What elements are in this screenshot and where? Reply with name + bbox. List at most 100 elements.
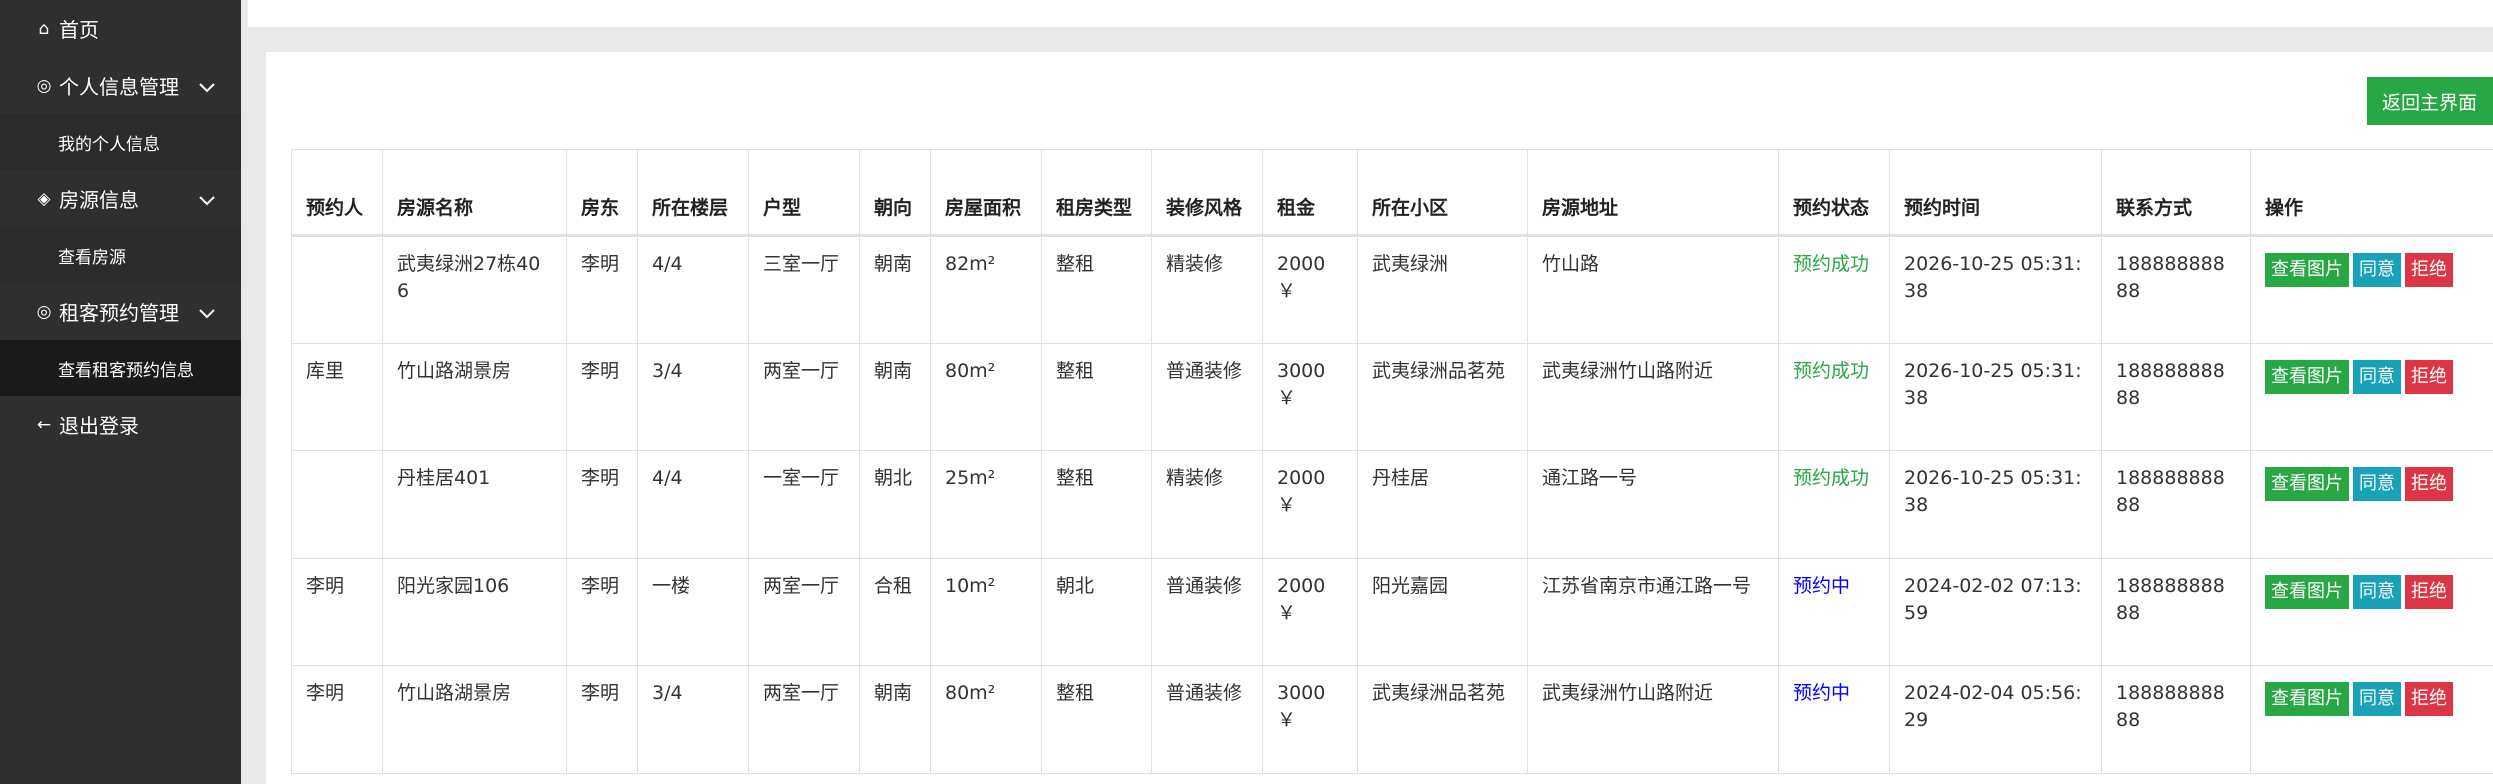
nav-logout-label: 退出登录 xyxy=(59,414,139,438)
return-main-button[interactable]: 返回主界面 xyxy=(2367,77,2493,125)
actions-cell: 查看图片 同意 拒绝 xyxy=(2250,665,2493,774)
table-row: 丹桂居401 李明 4/4 一室一厅 朝北 25m² 整租 精装修 2000￥ 丹桂居 通江路一号预… xyxy=(291,450,2493,559)
column-header: 装修风格 xyxy=(1151,149,1263,237)
arrow-left-icon: ← xyxy=(36,414,52,435)
landlord-cell: 李明 xyxy=(566,665,638,774)
table-header-row: 预约人 房源名称 房东 所在楼层 户型 朝向 房屋面积 租房类型 装修风格 租金 所在小区 房源地址预… xyxy=(291,149,2493,237)
reject-button[interactable]: 拒绝 xyxy=(2405,574,2453,609)
agree-button[interactable]: 同意 xyxy=(2353,682,2401,716)
rent-type-cell: 整租 xyxy=(1041,450,1152,559)
reject-button[interactable]: 拒绝 xyxy=(2405,359,2453,394)
status-cell: 预约中 xyxy=(1778,557,1890,666)
decoration-cell: 精装修 xyxy=(1151,450,1263,559)
floor-cell: 4/4 xyxy=(637,235,749,344)
reject-button[interactable]: 拒绝 xyxy=(2405,467,2453,501)
address-cell: 通江路一号 xyxy=(1527,450,1779,559)
rent-type-cell: 整租 xyxy=(1041,665,1152,774)
column-header: 预约人 xyxy=(291,149,383,237)
table-body: 武夷绿洲27栋406 李明 4/4 三室一厅 朝南 82m² 整租 精装修 2000￥ 武夷绿洲竹… xyxy=(291,235,2493,774)
rent-cell: 3000￥ xyxy=(1262,342,1358,451)
column-header: 房源名称 xyxy=(382,149,567,237)
nav-home-label: 首页 xyxy=(59,18,99,42)
community-cell: 武夷绿洲 xyxy=(1357,235,1528,344)
address-cell: 武夷绿洲竹山路附近 xyxy=(1527,665,1779,774)
nav-logout[interactable]: ← 退出登录 xyxy=(0,396,241,453)
community-cell: 丹桂居 xyxy=(1357,450,1528,559)
booking-time-cell: 2026-10-25 05:31:38 xyxy=(1889,235,2102,344)
chevron-down-icon xyxy=(199,74,215,98)
column-header: 户型 xyxy=(748,149,860,237)
landlord-cell: 李明 xyxy=(566,557,638,666)
phone-cell: 18888888888 xyxy=(2101,665,2251,774)
rent-type-cell: 朝北 xyxy=(1041,557,1152,666)
nav-view-housing[interactable]: 查看房源 xyxy=(0,227,241,283)
area-cell: 82m² xyxy=(930,235,1042,344)
column-header: 房东 xyxy=(566,149,638,237)
view-image-button[interactable]: 查看图片 xyxy=(2265,682,2349,716)
view-image-button[interactable]: 查看图片 xyxy=(2265,359,2349,394)
booking-time-cell: 2024-02-02 07:13:59 xyxy=(1889,557,2102,666)
nav-home[interactable]: ⌂ 首页 xyxy=(0,0,241,57)
column-header: 所在小区 xyxy=(1357,149,1528,237)
booker-cell: 库里 xyxy=(291,342,383,451)
nav-tenant-booking[interactable]: ◎ 租客预约管理 xyxy=(0,283,241,340)
phone-cell: 18888888888 xyxy=(2101,557,2251,666)
phone-cell: 18888888888 xyxy=(2101,450,2251,559)
view-image-button[interactable]: 查看图片 xyxy=(2265,574,2349,609)
rent-cell: 2000￥ xyxy=(1262,450,1358,559)
column-header: 房源地址 xyxy=(1527,149,1779,237)
column-header: 预约时间 xyxy=(1889,149,2102,237)
column-header: 房屋面积 xyxy=(930,149,1042,237)
column-header: 租金 xyxy=(1262,149,1358,237)
community-cell: 武夷绿洲品茗苑 xyxy=(1357,665,1528,774)
layers-icon: ◈ xyxy=(37,188,51,209)
layout-cell: 两室一厅 xyxy=(748,557,860,666)
community-cell: 武夷绿洲品茗苑 xyxy=(1357,342,1528,451)
nav-personal-info[interactable]: ◎ 个人信息管理 xyxy=(0,57,241,114)
booking-time-cell: 2026-10-25 05:31:38 xyxy=(1889,450,2102,559)
nav-view-tenant-booking[interactable]: 查看租客预约信息 xyxy=(0,340,241,396)
area-cell: 25m² xyxy=(930,450,1042,559)
booking-time-cell: 2024-02-04 05:56:29 xyxy=(1889,665,2102,774)
agree-button[interactable]: 同意 xyxy=(2353,359,2401,394)
orientation-cell: 朝南 xyxy=(859,665,931,774)
view-image-button[interactable]: 查看图片 xyxy=(2265,253,2349,287)
table-row: 李明 阳光家园106 李明 一楼 两室一厅 合租 10m² 朝北 普通装修 2000￥ 阳光嘉园 江苏… xyxy=(291,557,2493,666)
house-name-cell: 丹桂居401 xyxy=(382,450,567,559)
column-header: 操作 xyxy=(2250,149,2493,237)
address-cell: 竹山路 xyxy=(1527,235,1779,344)
area-cell: 80m² xyxy=(930,665,1042,774)
status-cell: 预约中 xyxy=(1778,665,1890,774)
nav-housing-info[interactable]: ◈ 房源信息 xyxy=(0,170,241,227)
chevron-down-icon xyxy=(199,300,215,324)
orientation-cell: 朝北 xyxy=(859,450,931,559)
agree-button[interactable]: 同意 xyxy=(2353,467,2401,501)
phone-cell: 18888888888 xyxy=(2101,342,2251,451)
actions-cell: 查看图片 同意 拒绝 xyxy=(2250,342,2493,451)
status-cell: 预约成功 xyxy=(1778,450,1890,559)
layout-cell: 两室一厅 xyxy=(748,665,860,774)
table-row: 武夷绿洲27栋406 李明 4/4 三室一厅 朝南 82m² 整租 精装修 2000￥ 武夷绿洲竹… xyxy=(291,235,2493,344)
reject-button[interactable]: 拒绝 xyxy=(2405,682,2453,716)
booker-cell xyxy=(291,450,383,559)
landlord-cell: 李明 xyxy=(566,450,638,559)
layout-cell: 一室一厅 xyxy=(748,450,860,559)
agree-button[interactable]: 同意 xyxy=(2353,574,2401,609)
column-header: 所在楼层 xyxy=(637,149,749,237)
column-header: 预约状态 xyxy=(1778,149,1890,237)
floor-cell: 一楼 xyxy=(637,557,749,666)
decoration-cell: 精装修 xyxy=(1151,235,1263,344)
agree-button[interactable]: 同意 xyxy=(2353,253,2401,287)
phone-cell: 18888888888 xyxy=(2101,235,2251,344)
column-header: 联系方式 xyxy=(2101,149,2251,237)
reject-button[interactable]: 拒绝 xyxy=(2405,253,2453,287)
view-image-button[interactable]: 查看图片 xyxy=(2265,467,2349,501)
nav-my-info[interactable]: 我的个人信息 xyxy=(0,114,241,170)
rent-type-cell: 整租 xyxy=(1041,235,1152,344)
user-circle-icon: ◎ xyxy=(36,75,52,96)
decoration-cell: 普通装修 xyxy=(1151,342,1263,451)
actions-cell: 查看图片 同意 拒绝 xyxy=(2250,450,2493,559)
house-name-cell: 阳光家园106 xyxy=(382,557,567,666)
column-header: 朝向 xyxy=(859,149,931,237)
column-header: 租房类型 xyxy=(1041,149,1152,237)
